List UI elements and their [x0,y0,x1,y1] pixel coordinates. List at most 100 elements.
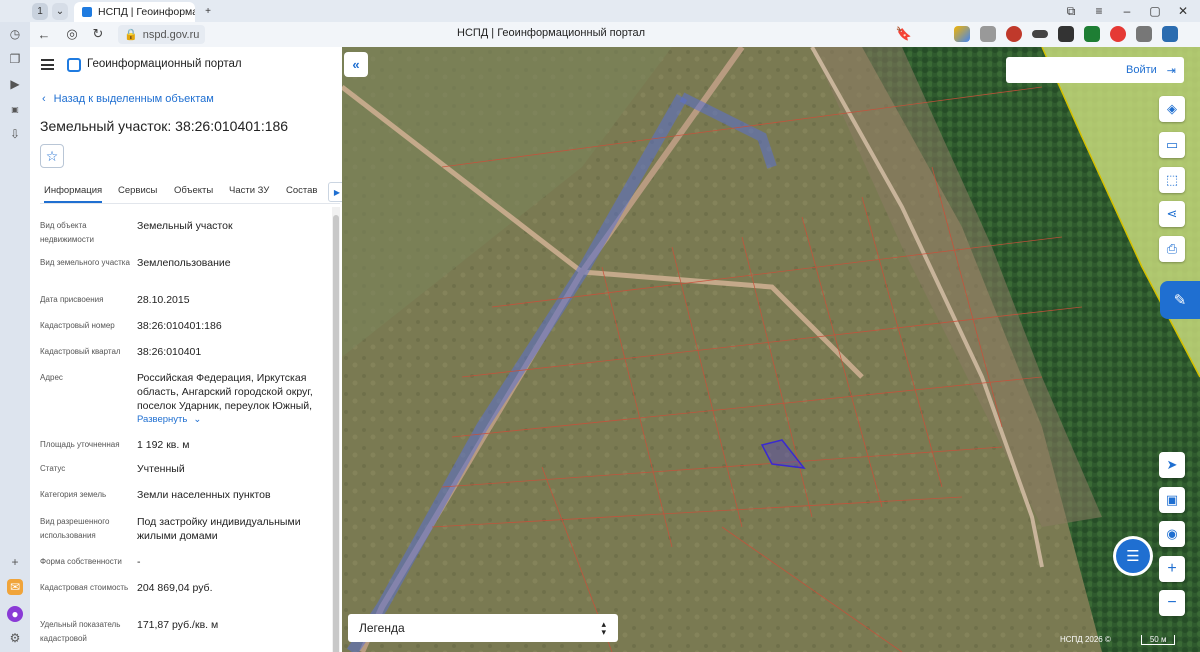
select-area-icon[interactable]: ⬚ [1159,167,1185,193]
field-label: Категория земель [40,490,107,499]
tab-objects[interactable]: Объекты [174,185,213,196]
settings-icon[interactable]: ⚙ [7,630,23,646]
field-value: Российская Федерация, Иркутская область,… [137,372,313,412]
panel-header: Геоинформационный портал [30,47,342,85]
browser-tab[interactable]: НСПД | Геоинформационный портал ✕ [74,2,195,22]
tab-information[interactable]: Информация [44,185,103,203]
tabs-next-icon[interactable]: ▶ [328,182,342,202]
new-tab-icon[interactable]: + [200,3,216,20]
extension-icon[interactable] [1032,30,1048,38]
satellite-map[interactable] [342,47,1200,652]
login-button[interactable]: Войти ⇥ [1006,57,1184,83]
expand-link[interactable]: Развернуть ⌄ [137,414,201,425]
field-value: 28.10.2015 [137,294,190,306]
download-icon[interactable] [1162,26,1178,42]
tab-services[interactable]: Сервисы [118,185,157,196]
tabs-dropdown-icon[interactable]: ⌄ [52,3,68,20]
field-value: - [137,556,141,568]
zoom-in-button[interactable]: + [1159,556,1185,582]
close-window-icon[interactable]: ✕ [1170,0,1196,22]
field-value: 1 192 кв. м [137,439,190,451]
chevron-left-icon: ‹ [42,93,46,105]
legend-label: Легенда [359,621,405,635]
location-pin-icon[interactable]: ◉ [1159,521,1185,547]
excel-icon[interactable] [1084,26,1100,42]
info-panel: Геоинформационный портал ‹ Назад к выдел… [30,47,342,652]
field-label: Адрес [40,373,63,382]
play-icon[interactable]: ▶ [7,76,23,92]
field-label: Вид земельного участка [40,258,130,267]
geolocate-icon[interactable]: ➤ [1159,452,1185,478]
extension-icon[interactable] [954,26,970,42]
portal-name: Геоинформационный портал [87,58,242,70]
legend-dropdown[interactable]: Легенда ▴ ▾ [348,614,618,642]
collections-icon[interactable]: ❐ [7,51,23,67]
basemap-icon[interactable]: ▣ [1159,487,1185,513]
lock-icon: 🔒 [124,29,138,41]
browser-sidebar: ▲ ◷ ❐ ▶ ▣ ⇩ + ✉ ● ⚙ [0,0,30,652]
mail-icon[interactable]: ✉ [7,579,23,595]
page-title: НСПД | Геоинформационный портал [457,27,646,39]
field-label: Статус [40,464,66,473]
sort-arrows-icon: ▴ ▾ [601,619,606,637]
map-view[interactable]: « Войти ⇥ ◈ ▭ ⬚ ⋖ ⎙ ✎ ➤ ▣ ◉ ☰ + − Легенд… [342,47,1200,652]
tab-strip: 1 ⌄ НСПД | Геоинформационный портал ✕ + … [0,0,1200,22]
extension-icon[interactable] [1136,26,1152,42]
help-tab-icon[interactable]: ✎ [1160,281,1200,319]
print-icon[interactable]: ⎙ [1159,236,1185,262]
bookmarks-icon[interactable]: ⧉ [1058,0,1084,22]
history-icon[interactable]: ◷ [7,26,23,42]
field-label: Дата присвоения [40,295,104,304]
panel-scroll-thumb[interactable] [333,215,339,652]
extension-icon[interactable] [1006,26,1022,42]
favorite-star-icon[interactable]: ☆ [40,144,64,168]
tab-parts[interactable]: Части ЗУ [229,185,269,196]
maximize-icon[interactable]: ▢ [1142,0,1168,22]
portal-logo-icon [67,58,81,72]
field-value: 204 869,04 руб. [137,582,213,594]
login-label: Войти [1125,64,1157,76]
favicon-icon [82,7,92,17]
field-value: Под застройку индивидуальными жилыми дом… [137,516,301,542]
field-value: 171,87 руб./кв. м [137,619,219,631]
add-panel-icon[interactable]: + [7,554,23,570]
bookmark-icon[interactable]: 🔖 [896,26,912,42]
minimize-icon[interactable]: – [1114,0,1140,22]
menu-burger-icon[interactable] [41,59,54,70]
back-icon[interactable]: ← [36,26,52,42]
field-value: Земельный участок [137,220,233,232]
download-icon[interactable]: ⇩ [7,126,23,142]
tab-title: НСПД | Геоинформационный портал [98,6,195,18]
object-title: Земельный участок: 38:26:010401:186 [40,118,289,134]
field-label: Вид разрешенного использования [40,517,110,540]
field-value: Земли населенных пунктов [137,489,271,501]
camera-icon[interactable] [980,26,996,42]
url-text: nspd.gov.ru [142,28,200,41]
assistant-icon[interactable]: ● [7,606,23,622]
map-attribution: НСПД 2026 © 50 м [1060,635,1176,645]
field-label: Кадастровый номер [40,321,115,330]
layers-icon[interactable]: ◈ [1159,96,1185,122]
extension-icon[interactable] [1058,26,1074,42]
panel-tabs: Информация Сервисы Объекты Части ЗУ Сост… [40,182,342,204]
extension-icon[interactable] [1110,26,1126,42]
share-icon[interactable]: ⋖ [1159,201,1185,227]
field-label: Форма собственности [40,557,122,566]
protect-icon[interactable]: ◎ [64,26,80,42]
field-label: Удельный показатель кадастровой [40,620,121,643]
tab-counter[interactable]: 1 [32,3,48,20]
field-value: Учтенный [137,463,185,475]
address-bar[interactable]: 🔒 nspd.gov.ru [118,25,206,44]
chat-icon[interactable]: ☰ [1116,539,1150,573]
tab-composition[interactable]: Состав [286,185,317,196]
menu-icon[interactable]: ≡ [1086,0,1112,22]
back-link[interactable]: ‹ Назад к выделенным объектам [42,93,214,105]
widget-icon[interactable]: ▣ [7,101,23,117]
scale-bar: 50 м [1140,635,1176,645]
zoom-out-button[interactable]: − [1159,590,1185,616]
expand-link-label: Развернуть [137,414,188,425]
collapse-panel-icon[interactable]: « [344,52,368,77]
ruler-icon[interactable]: ▭ [1159,132,1185,158]
reload-icon[interactable]: ↻ [90,26,106,42]
field-label: Кадастровая стоимость [40,583,129,592]
